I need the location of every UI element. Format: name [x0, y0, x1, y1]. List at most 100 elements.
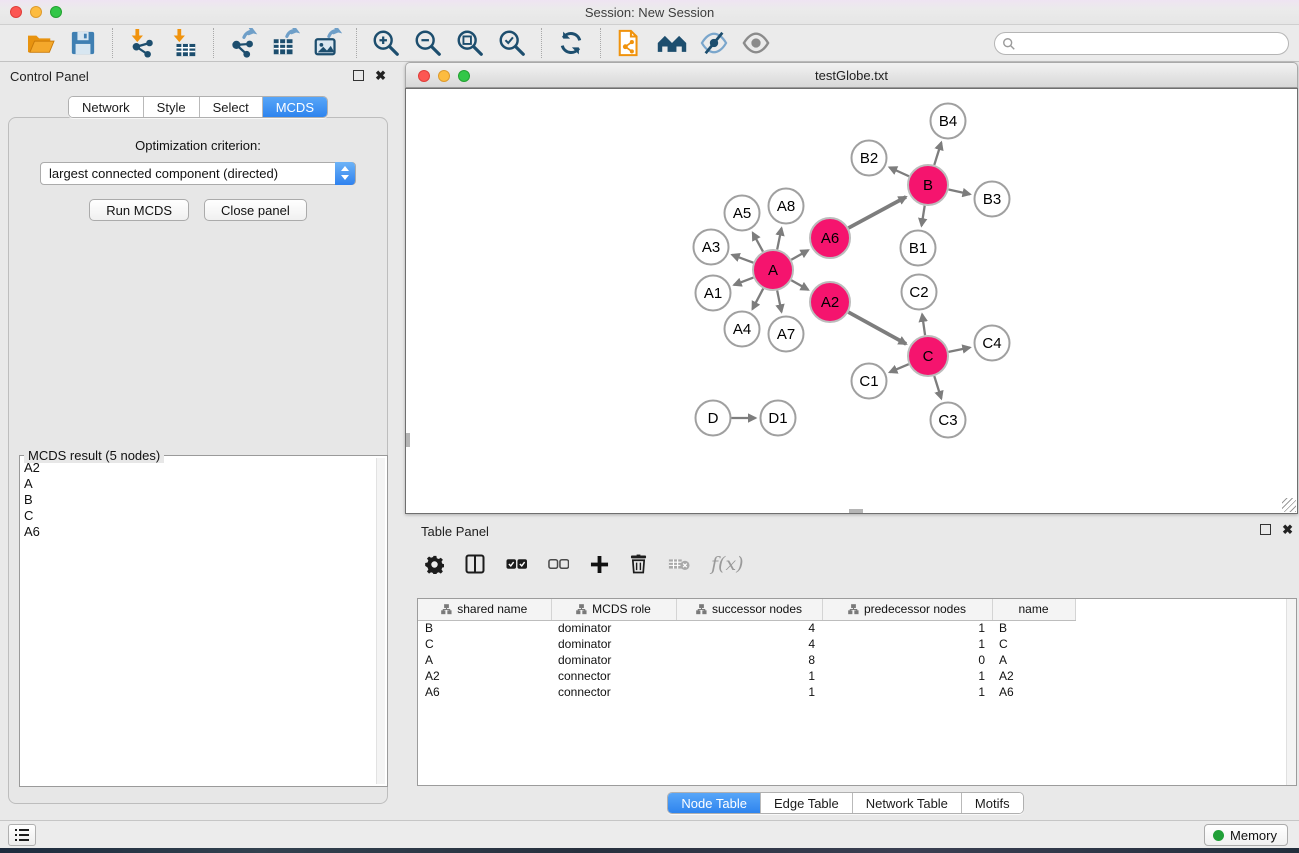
- mcds-result-item[interactable]: A2: [24, 460, 375, 476]
- horizontal-scroll-indicator[interactable]: [849, 509, 863, 513]
- mcds-result-item[interactable]: A: [24, 476, 375, 492]
- table-tab-node-table[interactable]: Node Table: [668, 793, 760, 813]
- gear-icon[interactable]: [425, 555, 444, 574]
- graph-node-A2[interactable]: A2: [810, 282, 850, 322]
- graph-node-C1[interactable]: C1: [852, 364, 887, 399]
- function-builder-icon[interactable]: f(x): [711, 553, 744, 575]
- table-cell[interactable]: A2: [418, 668, 551, 684]
- network-canvas[interactable]: B4B2BB3A8A5A6B1A3AA1C2A2A4A7C4CC1C3DD1: [405, 88, 1298, 514]
- table-cell[interactable]: C: [992, 636, 1075, 652]
- table-cell[interactable]: 1: [822, 620, 992, 636]
- table-tab-edge-table[interactable]: Edge Table: [760, 793, 852, 813]
- tab-style[interactable]: Style: [143, 97, 199, 117]
- graph-edge-A-A8[interactable]: [777, 228, 781, 249]
- table-cell[interactable]: 1: [676, 684, 822, 700]
- table-cell[interactable]: 4: [676, 636, 822, 652]
- graph-edge-C-C2[interactable]: [922, 314, 925, 335]
- maximize-window-button[interactable]: [50, 6, 62, 18]
- column-layout-icon[interactable]: [465, 554, 485, 574]
- table-cell[interactable]: 0: [822, 652, 992, 668]
- table-row[interactable]: Adominator80A: [418, 652, 1089, 668]
- table-row[interactable]: A2connector11A2: [418, 668, 1089, 684]
- table-scrollbar[interactable]: [1286, 599, 1296, 785]
- table-cell[interactable]: connector: [551, 684, 676, 700]
- export-image-button[interactable]: [311, 28, 343, 58]
- table-cell[interactable]: B: [992, 620, 1075, 636]
- table-cell[interactable]: B: [418, 620, 551, 636]
- memory-button[interactable]: Memory: [1204, 824, 1288, 846]
- table-cell[interactable]: A6: [418, 684, 551, 700]
- graph-edge-C-C4[interactable]: [949, 347, 970, 351]
- unselect-all-icon[interactable]: [548, 558, 569, 570]
- zoom-out-button[interactable]: [412, 28, 444, 58]
- search-input[interactable]: [1016, 34, 1288, 53]
- graph-node-D[interactable]: D: [696, 401, 731, 436]
- task-history-button[interactable]: [8, 824, 36, 846]
- graph-edge-A2-C[interactable]: [848, 312, 906, 344]
- column-header-predecessor-nodes[interactable]: predecessor nodes: [822, 599, 992, 620]
- delete-column-icon[interactable]: [668, 557, 690, 571]
- graph-edge-A-A2[interactable]: [791, 280, 808, 289]
- close-panel-icon[interactable]: ✖: [375, 70, 386, 81]
- graph-node-A4[interactable]: A4: [725, 312, 760, 347]
- graph-edge-A-A1[interactable]: [734, 278, 753, 285]
- refresh-layout-button[interactable]: [555, 28, 587, 58]
- tab-select[interactable]: Select: [199, 97, 262, 117]
- save-session-button[interactable]: [67, 28, 99, 58]
- table-cell[interactable]: dominator: [551, 636, 676, 652]
- graph-edge-A6-B[interactable]: [848, 197, 906, 228]
- graph-node-C4[interactable]: C4: [975, 326, 1010, 361]
- table-cell[interactable]: 1: [822, 636, 992, 652]
- close-table-panel-icon[interactable]: ✖: [1282, 524, 1293, 535]
- graph-node-B3[interactable]: B3: [975, 182, 1010, 217]
- run-mcds-button[interactable]: Run MCDS: [89, 199, 189, 221]
- graph-node-B2[interactable]: B2: [852, 141, 887, 176]
- select-all-icon[interactable]: [506, 558, 527, 570]
- graph-edge-A-A3[interactable]: [732, 255, 753, 263]
- float-panel-icon[interactable]: [353, 70, 364, 81]
- graph-edge-B-B2[interactable]: [889, 167, 908, 176]
- graph-node-C2[interactable]: C2: [902, 275, 937, 310]
- table-cell[interactable]: 1: [822, 668, 992, 684]
- graph-edge-A-A4[interactable]: [752, 289, 763, 309]
- open-session-button[interactable]: [25, 28, 57, 58]
- export-table-button[interactable]: [269, 28, 301, 58]
- network-minimize-button[interactable]: [438, 70, 450, 82]
- table-row[interactable]: A6connector11A6: [418, 684, 1089, 700]
- tab-mcds[interactable]: MCDS: [262, 97, 327, 117]
- show-all-button[interactable]: [740, 28, 772, 58]
- graph-node-B1[interactable]: B1: [901, 231, 936, 266]
- clone-network-button[interactable]: [614, 28, 646, 58]
- graph-edge-A-A6[interactable]: [791, 250, 808, 259]
- first-neighbors-button[interactable]: [656, 28, 688, 58]
- optimization-criterion-select[interactable]: largest connected component (directed): [40, 162, 356, 185]
- graph-node-B4[interactable]: B4: [931, 104, 966, 139]
- graph-edge-C-C3[interactable]: [934, 376, 941, 398]
- table-cell[interactable]: A: [418, 652, 551, 668]
- zoom-fit-button[interactable]: [454, 28, 486, 58]
- column-header-successor-nodes[interactable]: successor nodes: [676, 599, 822, 620]
- graph-edge-B-B1[interactable]: [922, 206, 925, 226]
- graph-edge-A-A7[interactable]: [777, 291, 781, 312]
- table-tab-network-table[interactable]: Network Table: [852, 793, 961, 813]
- export-network-button[interactable]: [227, 28, 259, 58]
- graph-node-B[interactable]: B: [908, 165, 948, 205]
- table-cell[interactable]: dominator: [551, 620, 676, 636]
- table-cell[interactable]: 8: [676, 652, 822, 668]
- float-table-panel-icon[interactable]: [1260, 524, 1271, 535]
- network-close-button[interactable]: [418, 70, 430, 82]
- column-header-MCDS-role[interactable]: MCDS role: [551, 599, 676, 620]
- hide-selected-button[interactable]: [698, 28, 730, 58]
- vertical-scroll-indicator[interactable]: [406, 433, 410, 447]
- close-window-button[interactable]: [10, 6, 22, 18]
- zoom-selected-button[interactable]: [496, 28, 528, 58]
- mcds-result-item[interactable]: A6: [24, 524, 375, 540]
- table-cell[interactable]: A6: [992, 684, 1075, 700]
- table-tab-motifs[interactable]: Motifs: [961, 793, 1023, 813]
- graph-node-A8[interactable]: A8: [769, 189, 804, 224]
- graph-edge-B-B4[interactable]: [934, 142, 941, 164]
- mcds-result-item[interactable]: C: [24, 508, 375, 524]
- window-resize-grip[interactable]: [1282, 498, 1296, 512]
- graph-node-A7[interactable]: A7: [769, 317, 804, 352]
- graph-node-A5[interactable]: A5: [725, 196, 760, 231]
